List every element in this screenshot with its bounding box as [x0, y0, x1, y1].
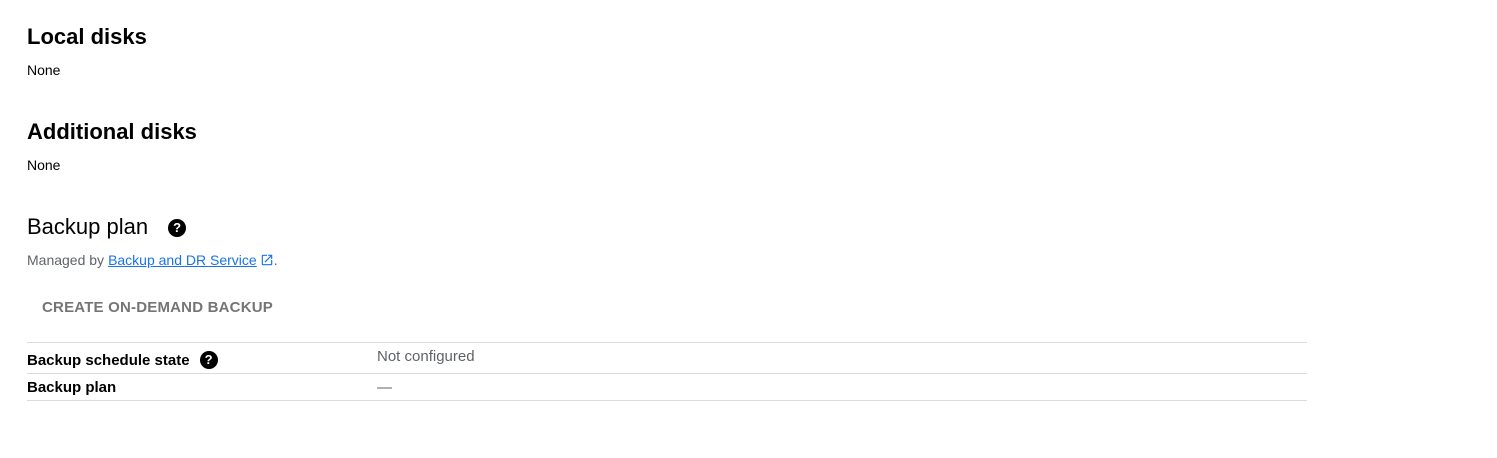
backup-properties-table: Backup schedule state ? Not configured B…	[27, 342, 1307, 401]
table-row: Backup schedule state ? Not configured	[27, 342, 1307, 374]
additional-disks-title: Additional disks	[27, 119, 197, 144]
local-disks-section: Local disks None	[27, 23, 147, 80]
help-icon[interactable]: ?	[168, 219, 187, 237]
backup-plan-value: —	[377, 379, 392, 396]
table-row: Backup plan —	[27, 373, 1307, 401]
backup-plan-section: Backup plan ? Managed by Backup and DR S…	[27, 213, 1307, 401]
backup-schedule-state-label: Backup schedule state	[27, 351, 190, 369]
managed-by-prefix: Managed by	[27, 252, 105, 268]
help-icon[interactable]: ?	[199, 351, 218, 369]
additional-disks-value: None	[27, 157, 61, 173]
property-label: Backup schedule state ?	[27, 343, 377, 374]
backup-plan-title-row: Backup plan ?	[27, 213, 1307, 241]
backup-schedule-state-value: Not configured	[377, 348, 475, 365]
backup-plan-title: Backup plan	[27, 214, 149, 239]
local-disks-title: Local disks	[27, 24, 147, 49]
backup-plan-label: Backup plan	[27, 379, 117, 396]
managed-by-line: Managed by Backup and DR Service .	[27, 250, 1307, 270]
managed-by-suffix: .	[273, 252, 278, 268]
create-on-demand-backup-button[interactable]: CREATE ON-DEMAND BACKUP	[27, 291, 288, 324]
external-link-icon[interactable]	[260, 253, 274, 267]
additional-disks-section: Additional disks None	[27, 118, 197, 175]
backup-dr-service-link[interactable]: Backup and DR Service	[108, 250, 257, 270]
local-disks-value: None	[27, 62, 61, 78]
